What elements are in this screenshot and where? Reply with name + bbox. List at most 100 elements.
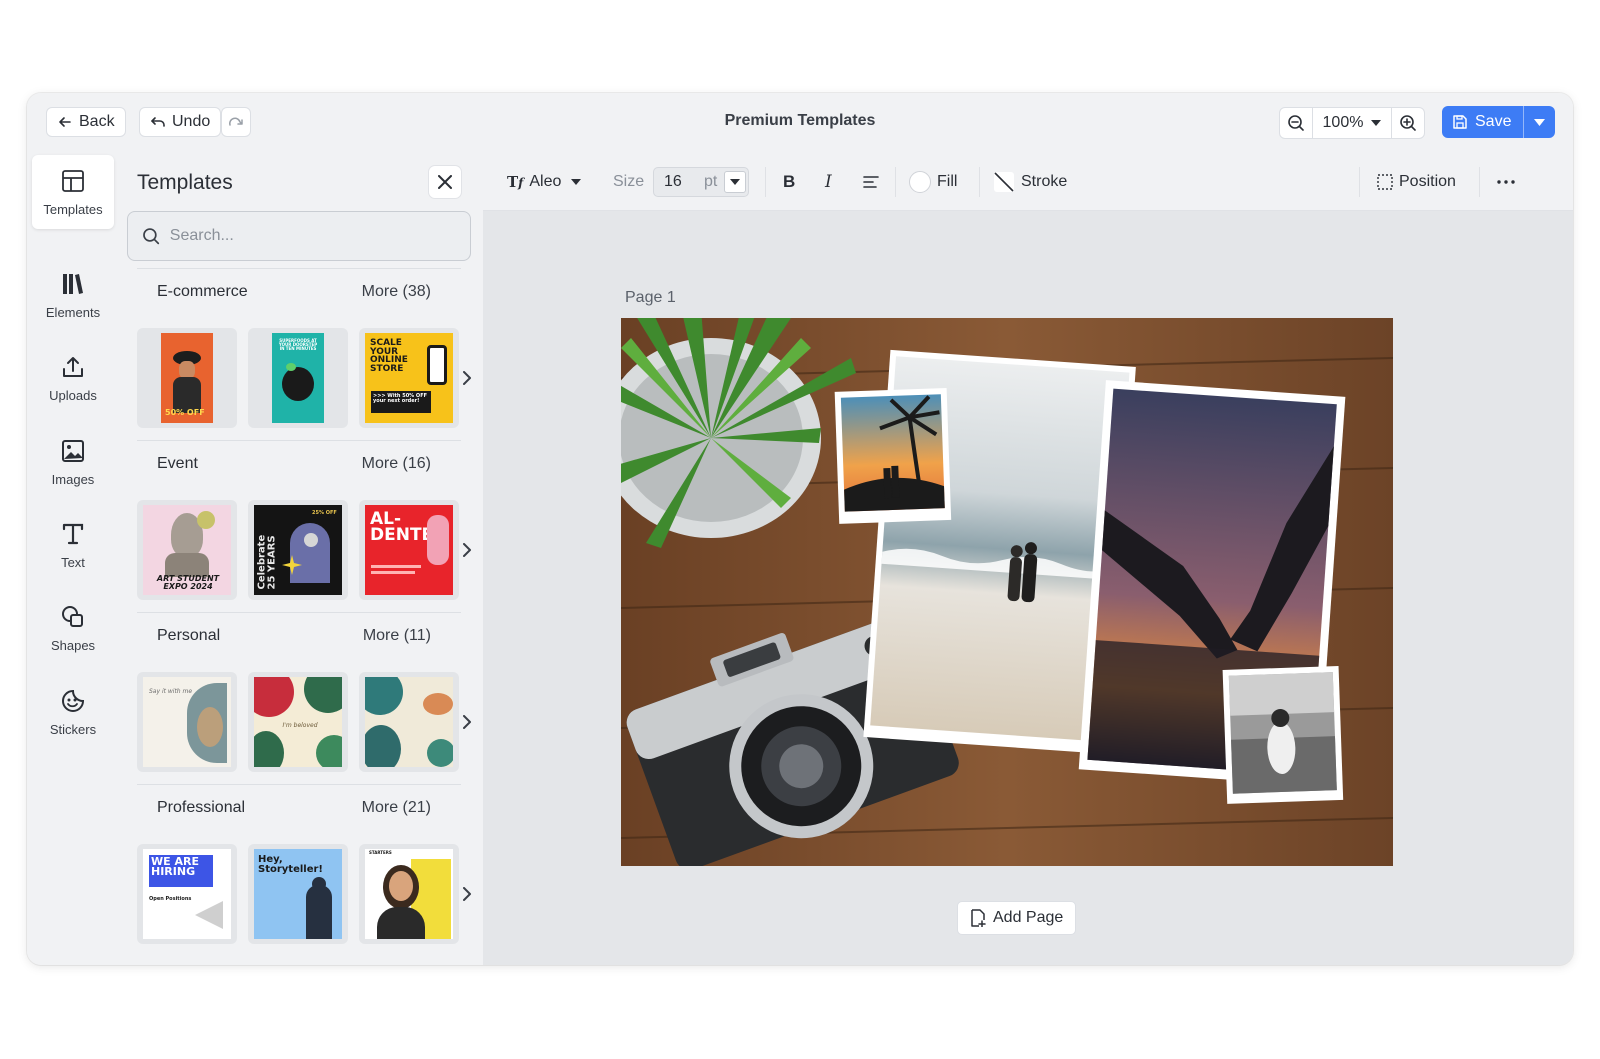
back-button[interactable]: Back xyxy=(46,107,126,137)
thumb-row-ecommerce: 50% OFF SUPERFOODS AT YOUR DOORSTEP IN T… xyxy=(137,328,477,430)
category-header-event: Event More (16) xyxy=(157,455,431,473)
text-icon xyxy=(62,523,84,544)
template-thumb[interactable]: SUPERFOODS AT YOUR DOORSTEP IN TEN MINUT… xyxy=(248,328,348,428)
thumb-subtext: Open Positions xyxy=(149,896,192,902)
more-link[interactable]: More (16) xyxy=(362,455,431,473)
font-select[interactable]: Tf Aleo xyxy=(507,167,582,197)
template-thumb[interactable]: WE ARE HIRING Open Positions xyxy=(137,844,237,944)
scroll-right-button[interactable] xyxy=(457,882,477,906)
redo-button[interactable] xyxy=(221,107,251,137)
align-button[interactable] xyxy=(863,167,879,197)
rail-item-text[interactable]: Text xyxy=(32,508,114,582)
divider xyxy=(1479,167,1480,197)
font-size-input[interactable] xyxy=(654,173,694,191)
thumb-text: AL-DENTE xyxy=(370,509,434,546)
template-thumb[interactable]: Say it with me xyxy=(137,672,237,772)
save-options-button[interactable] xyxy=(1523,106,1555,138)
rail-item-images[interactable]: Images xyxy=(32,425,114,499)
rail-label: Uploads xyxy=(49,387,97,403)
fill-label: Fill xyxy=(937,173,958,190)
divider xyxy=(1359,167,1360,197)
more-link[interactable]: More (38) xyxy=(362,283,431,301)
rail-item-elements[interactable]: Elements xyxy=(32,258,114,332)
template-thumb[interactable]: I'm beloved xyxy=(248,672,348,772)
thumb-subtext: 25% OFF xyxy=(312,510,337,516)
close-panel-button[interactable] xyxy=(429,166,461,198)
thumb-text: Celebrate 25 YEARS xyxy=(256,534,278,590)
italic-button[interactable]: I xyxy=(825,167,832,197)
zoom-select[interactable]: 100% xyxy=(1312,108,1392,138)
sparkle-icon xyxy=(282,555,302,575)
stroke-button[interactable]: Stroke xyxy=(993,167,1067,197)
back-label: Back xyxy=(79,113,115,130)
scroll-right-button[interactable] xyxy=(457,538,477,562)
category-header-personal: Personal More (11) xyxy=(157,627,431,645)
search-input[interactable] xyxy=(169,227,456,245)
chevron-right-icon xyxy=(462,887,471,901)
save-button[interactable]: Save xyxy=(1442,106,1523,138)
template-thumb[interactable]: AL-DENTE xyxy=(359,500,459,600)
save-icon xyxy=(1453,115,1467,129)
chevron-right-icon xyxy=(462,371,471,385)
rail-label: Templates xyxy=(43,201,103,217)
rail-item-stickers[interactable]: Stickers xyxy=(32,675,114,749)
add-page-button[interactable]: Add Page xyxy=(957,901,1077,935)
align-left-icon xyxy=(863,176,879,188)
scroll-right-button[interactable] xyxy=(457,366,477,390)
upload-icon xyxy=(63,356,83,377)
rail-label: Text xyxy=(61,554,85,570)
template-thumb[interactable]: STARTERS xyxy=(359,844,459,944)
thumb-text: SUPERFOODS AT YOUR DOORSTEP IN TEN MINUT… xyxy=(278,338,318,351)
caret-down-icon xyxy=(730,179,740,185)
rail-item-uploads[interactable]: Uploads xyxy=(32,341,114,415)
divider xyxy=(895,167,896,197)
more-link[interactable]: More (11) xyxy=(363,627,431,645)
stroke-none-icon xyxy=(994,172,1014,192)
canvas-area: Page 1 Add Page xyxy=(483,211,1573,965)
rail-item-templates[interactable]: Templates xyxy=(32,155,114,229)
divider xyxy=(137,268,461,269)
more-horizontal-icon xyxy=(1497,180,1515,184)
font-size-dropdown[interactable] xyxy=(724,171,746,193)
zoom-in-button[interactable] xyxy=(1392,108,1424,138)
left-rail: Templates Elements Uploads Images Text S… xyxy=(27,153,121,965)
thumb-row-professional: WE ARE HIRING Open Positions Hey, Storyt… xyxy=(137,844,477,946)
font-size-unit: pt xyxy=(704,173,718,190)
scroll-right-button[interactable] xyxy=(457,710,477,734)
rail-label: Images xyxy=(51,471,95,487)
divider xyxy=(137,612,461,613)
template-thumb[interactable]: 50% OFF xyxy=(137,328,237,428)
template-thumb[interactable]: Celebrate 25 YEARS 25% OFF xyxy=(248,500,348,600)
category-header-professional: Professional More (21) xyxy=(157,799,431,817)
template-thumb[interactable]: Hey, Storyteller! xyxy=(248,844,348,944)
more-link[interactable]: More (21) xyxy=(362,799,431,817)
search-icon xyxy=(143,228,160,245)
zoom-out-button[interactable] xyxy=(1280,108,1312,138)
size-label: Size xyxy=(613,173,645,190)
stroke-label: Stroke xyxy=(1021,173,1068,190)
app-window: Back Undo Premium Templates 100% Save Te… xyxy=(27,93,1573,965)
category-title: E-commerce xyxy=(157,283,248,300)
page-label: Page 1 xyxy=(625,289,676,306)
thumb-text: STARTERS xyxy=(369,850,392,855)
undo-icon xyxy=(151,117,165,127)
position-button[interactable]: Position xyxy=(1377,167,1456,197)
thumb-text: ART STUDENT EXPO 2024 xyxy=(156,574,220,591)
thumb-subtext: >>> With 50% OFF your next order! xyxy=(373,393,428,404)
thumb-row-personal: Say it with me I'm beloved xyxy=(137,672,477,774)
undo-button[interactable]: Undo xyxy=(139,107,222,137)
template-thumb[interactable] xyxy=(359,672,459,772)
rail-item-shapes[interactable]: Shapes xyxy=(32,591,114,665)
design-page[interactable] xyxy=(621,318,1393,866)
more-options-button[interactable] xyxy=(1497,167,1515,197)
category-title: Event xyxy=(157,455,198,472)
template-thumb[interactable]: ART STUDENT EXPO 2024 xyxy=(137,500,237,600)
save-button-group: Save xyxy=(1442,106,1556,138)
undo-label: Undo xyxy=(172,113,211,130)
fill-button[interactable]: Fill xyxy=(909,167,957,197)
font-icon: Tf xyxy=(507,173,524,191)
zoom-in-icon xyxy=(1400,115,1416,131)
template-thumb[interactable]: SCALE YOUR ONLINE STORE >>> With 50% OFF… xyxy=(359,328,459,428)
bold-button[interactable]: B xyxy=(783,167,795,197)
thumb-text: WE ARE HIRING xyxy=(151,855,199,879)
